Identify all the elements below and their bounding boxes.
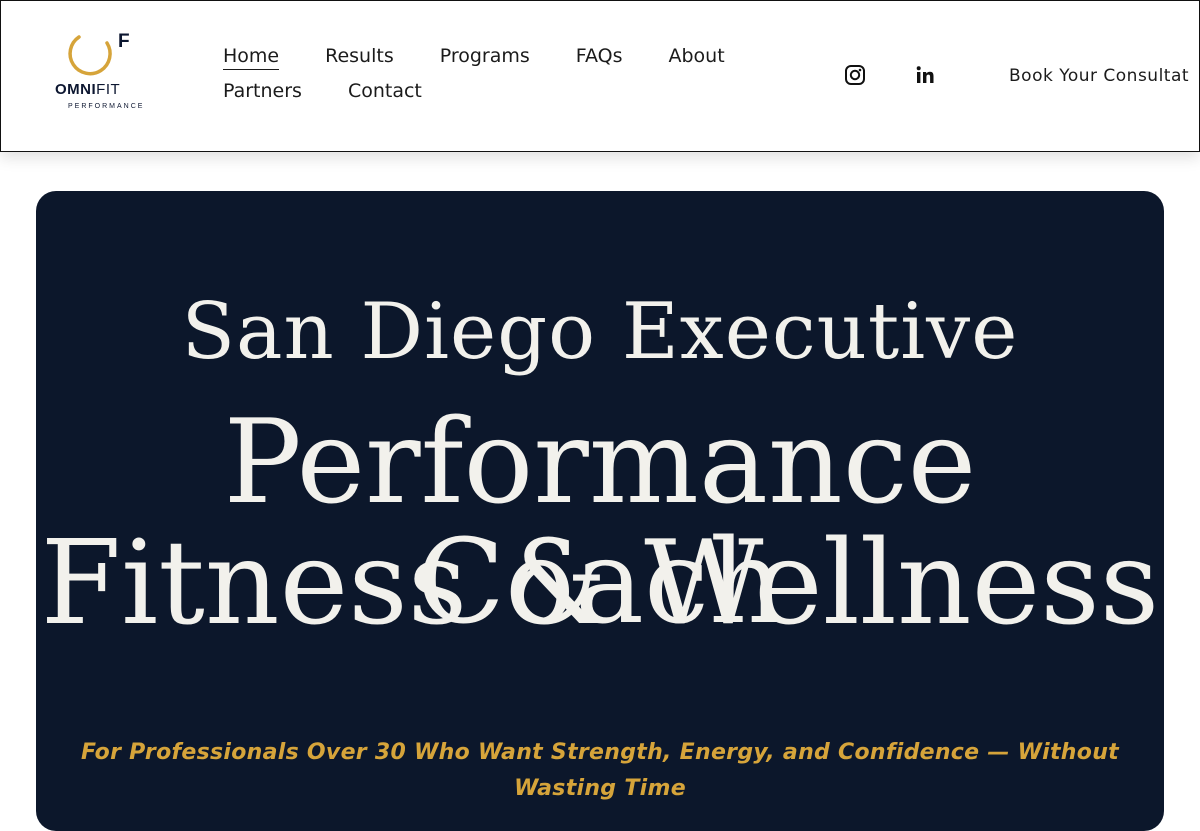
nav-programs[interactable]: Programs	[440, 45, 530, 69]
nav-about[interactable]: About	[669, 45, 725, 69]
logo-mark: F	[118, 31, 130, 52]
nav-partners[interactable]: Partners	[223, 80, 302, 104]
omnifit-logo[interactable]: F OMNIFIT PERFORMANCE	[55, 31, 145, 115]
logo-subtitle: PERFORMANCE	[68, 103, 145, 110]
hero-heading-line1: San Diego Executive	[181, 287, 1019, 377]
nav-row-2: Partners Contact	[223, 80, 783, 115]
nav-results[interactable]: Results	[325, 45, 394, 69]
nav-row-1: Home Results Programs FAQs About	[223, 45, 783, 80]
linkedin-icon[interactable]	[914, 64, 938, 88]
hero-section: San Diego Executive Performance Coach Fi…	[36, 191, 1164, 831]
nav-faqs[interactable]: FAQs	[576, 45, 623, 69]
book-consultation-button[interactable]: Book Your Consultat	[1009, 66, 1189, 86]
nav-home[interactable]: Home	[223, 45, 280, 70]
hero-heading-line3: Fitness & Wellness	[40, 516, 1160, 651]
site-header: F OMNIFIT PERFORMANCE Home Results Progr…	[0, 0, 1200, 152]
logo-wordmark: OMNIFIT	[55, 81, 121, 98]
hero-tagline: For Professionals Over 30 Who Want Stren…	[81, 740, 1119, 801]
main-nav: Home Results Programs FAQs About Partner…	[223, 45, 783, 115]
nav-contact[interactable]: Contact	[348, 80, 422, 104]
instagram-icon[interactable]	[844, 64, 868, 88]
